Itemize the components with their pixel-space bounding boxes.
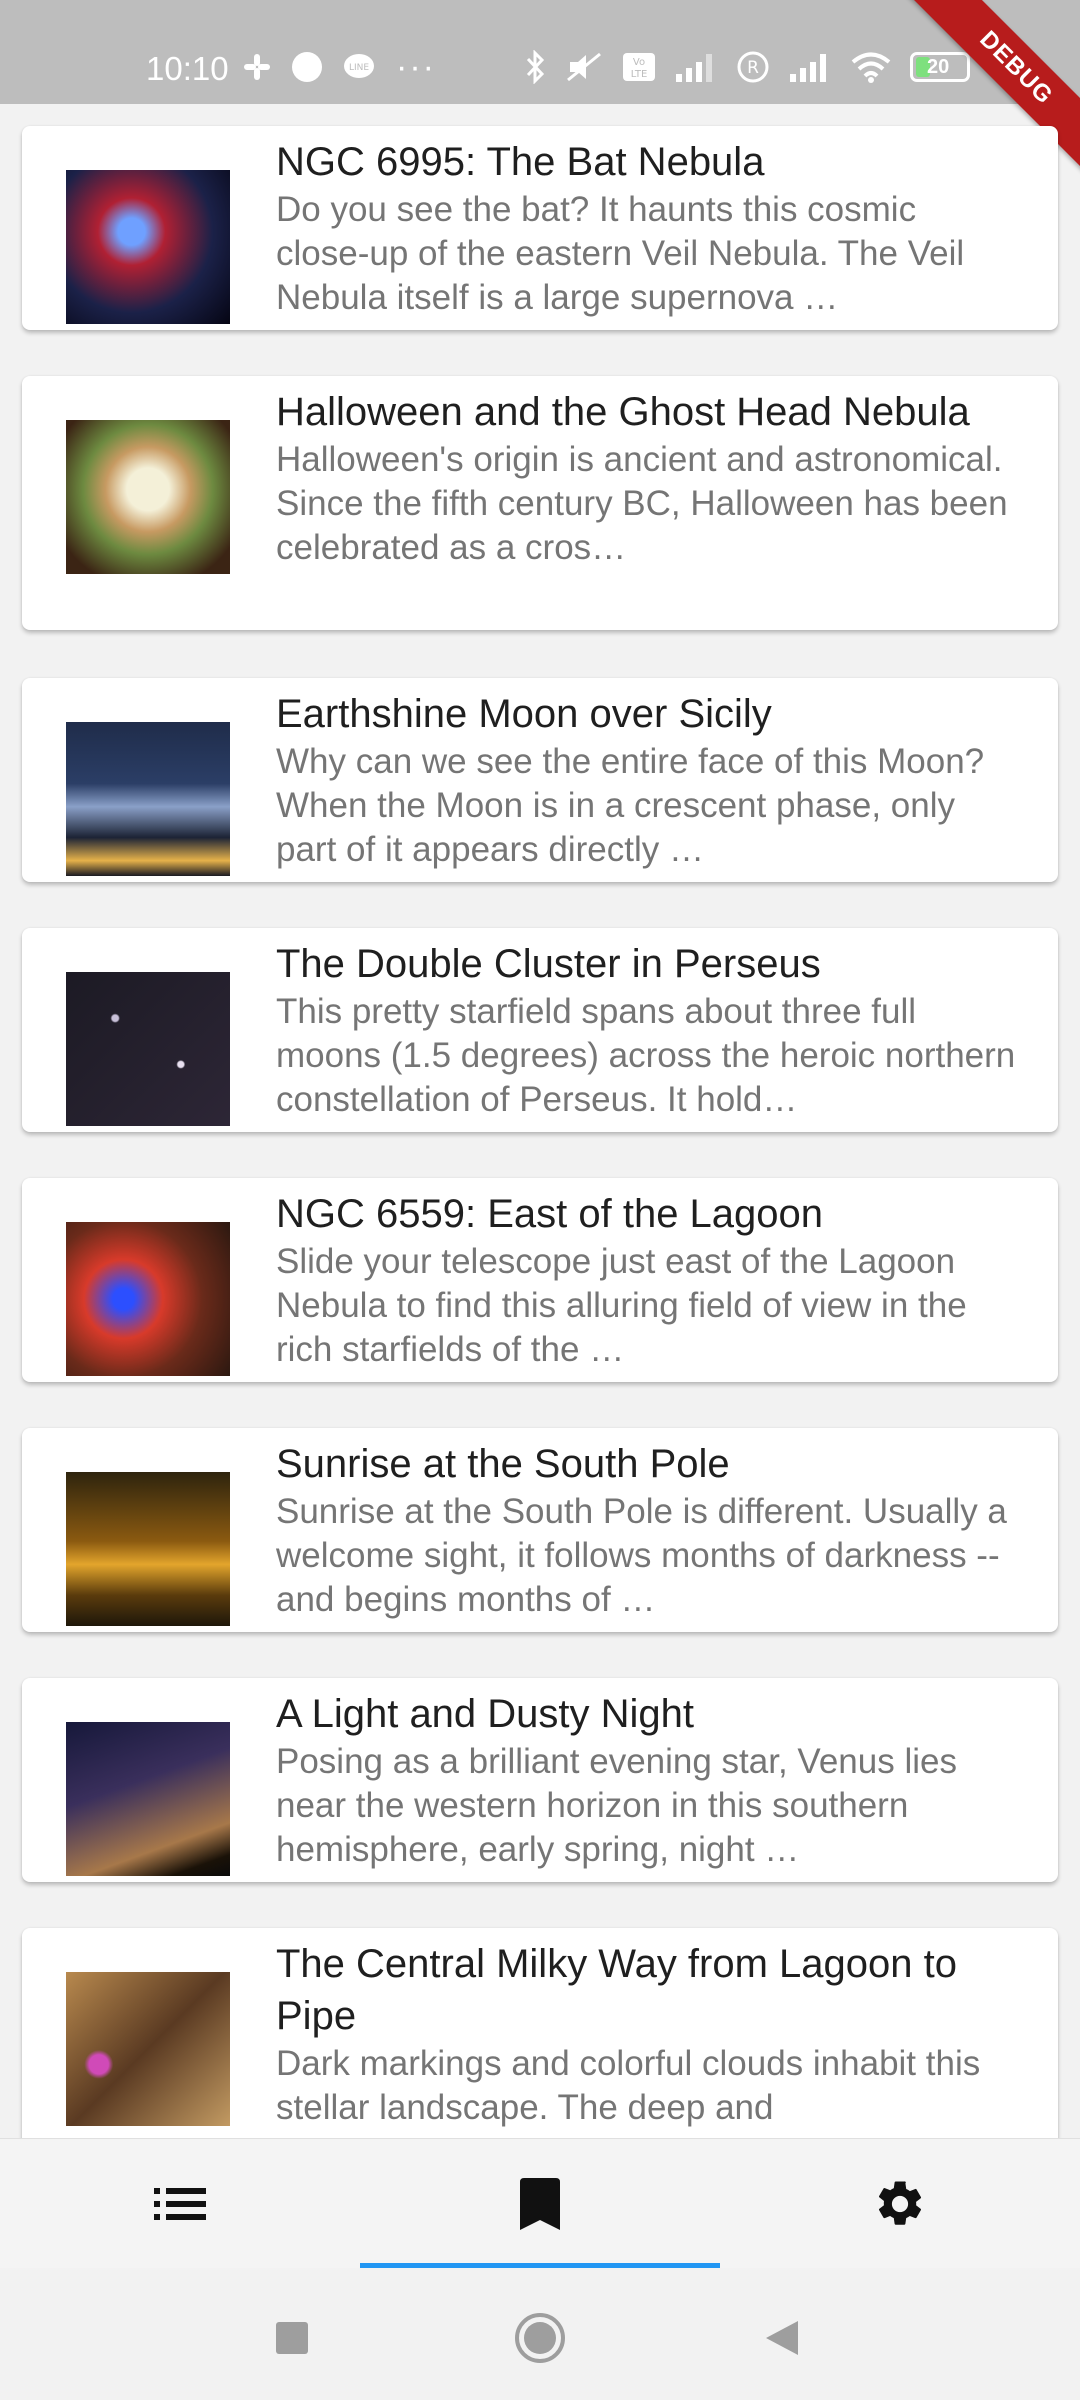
item-description: This pretty starfield spans about three …: [276, 992, 1016, 1119]
item-text: Earthshine Moon over Sicily Why can we s…: [276, 688, 1018, 872]
recent-apps-button[interactable]: [262, 2308, 322, 2368]
item-text: The Double Cluster in Perseus This prett…: [276, 938, 1018, 1122]
item-title: NGC 6995: The Bat Nebula: [276, 140, 765, 184]
battery-icon: 20: [910, 52, 970, 82]
tab-bookmarks[interactable]: [360, 2139, 720, 2269]
more-dots-icon: ···: [396, 48, 436, 86]
item-text: NGC 6995: The Bat Nebula Do you see the …: [276, 136, 1018, 320]
item-text: NGC 6559: East of the Lagoon Slide your …: [276, 1188, 1018, 1372]
svg-text:LTE: LTE: [631, 69, 648, 80]
signal-icon: [676, 54, 712, 82]
registered-icon: R: [737, 51, 769, 83]
item-description: Posing as a brilliant evening star, Venu…: [276, 1742, 957, 1869]
list-item[interactable]: The Double Cluster in Perseus This prett…: [22, 928, 1058, 1132]
slack-icon: [244, 54, 270, 80]
list-item[interactable]: The Central Milky Way from Lagoon to Pip…: [22, 1928, 1058, 2138]
list-icon: [154, 2188, 206, 2220]
thumbnail-image: [66, 722, 230, 876]
thumbnail-image: [66, 1972, 230, 2126]
thumbnail-image: [66, 1722, 230, 1876]
list-item[interactable]: Earthshine Moon over Sicily Why can we s…: [22, 678, 1058, 882]
item-text: A Light and Dusty Night Posing as a bril…: [276, 1688, 1018, 1872]
item-title: A Light and Dusty Night: [276, 1692, 695, 1736]
item-text: Sunrise at the South Pole Sunrise at the…: [276, 1438, 1018, 1622]
app-root: { "status_bar": { "time": "10:10", "batt…: [0, 0, 1080, 2400]
list-item[interactable]: A Light and Dusty Night Posing as a bril…: [22, 1678, 1058, 1882]
thumbnail-image: [66, 1472, 230, 1626]
home-circle-icon: [515, 2313, 565, 2363]
svg-text:Vo: Vo: [633, 57, 645, 68]
item-description: Dark markings and colorful clouds inhabi…: [276, 2044, 981, 2127]
item-description: Do you see the bat? It haunts this cosmi…: [276, 190, 965, 317]
bluetooth-icon: [526, 50, 545, 84]
apod-list[interactable]: NGC 6995: The Bat Nebula Do you see the …: [0, 104, 1080, 2138]
back-triangle-icon: [766, 2321, 798, 2355]
thumbnail-image: [66, 1222, 230, 1376]
thumbnail-image: [66, 972, 230, 1126]
list-item[interactable]: NGC 6559: East of the Lagoon Slide your …: [22, 1178, 1058, 1382]
list-item[interactable]: Sunrise at the South Pole Sunrise at the…: [22, 1428, 1058, 1632]
tab-list[interactable]: [0, 2139, 360, 2269]
item-description: Why can we see the entire face of this M…: [276, 742, 985, 869]
item-title: The Double Cluster in Perseus: [276, 942, 821, 986]
status-bar: 10:10 LINE ··· Vo LTE R 20 DEBUG: [0, 0, 1080, 177]
tab-settings[interactable]: [720, 2139, 1080, 2269]
bookmark-icon: [520, 2178, 560, 2230]
wifi-icon: [851, 52, 891, 83]
item-title: Sunrise at the South Pole: [276, 1442, 730, 1486]
item-description: Slide your telescope just east of the La…: [276, 1242, 967, 1369]
thumbnail-image: [66, 420, 230, 574]
status-right-icons: Vo LTE R 20: [524, 50, 970, 84]
home-button[interactable]: [510, 2308, 570, 2368]
item-title: Halloween and the Ghost Head Nebula: [276, 390, 970, 434]
square-icon: [276, 2322, 308, 2354]
bottom-tab-bar: [0, 2138, 1080, 2269]
svg-text:LINE: LINE: [349, 63, 369, 73]
item-title: Earthshine Moon over Sicily: [276, 692, 772, 736]
item-description: Sunrise at the South Pole is different. …: [276, 1492, 1007, 1619]
item-text: The Central Milky Way from Lagoon to Pip…: [276, 1938, 1018, 2130]
item-title: NGC 6559: East of the Lagoon: [276, 1192, 824, 1236]
list-item[interactable]: NGC 6995: The Bat Nebula Do you see the …: [22, 126, 1058, 330]
line-icon: LINE: [344, 54, 374, 78]
app-icon: [292, 52, 322, 82]
volte-icon: VoLTE: [623, 53, 655, 81]
list-item[interactable]: Halloween and the Ghost Head Nebula Hall…: [22, 376, 1058, 630]
status-left-icons: LINE ···: [242, 48, 436, 86]
thumbnail-image: [66, 170, 230, 324]
battery-level: 20: [927, 56, 950, 78]
svg-text:R: R: [747, 58, 759, 78]
signal-icon: [790, 54, 826, 82]
mute-icon: [567, 52, 601, 82]
back-button[interactable]: [752, 2308, 812, 2368]
item-description: Halloween's origin is ancient and astron…: [276, 440, 1008, 567]
item-title: The Central Milky Way from Lagoon to Pip…: [276, 1942, 957, 2038]
system-nav-bar: [0, 2268, 1080, 2400]
item-text: Halloween and the Ghost Head Nebula Hall…: [276, 386, 1018, 570]
gear-icon: [878, 2181, 922, 2225]
status-time: 10:10: [146, 50, 229, 87]
